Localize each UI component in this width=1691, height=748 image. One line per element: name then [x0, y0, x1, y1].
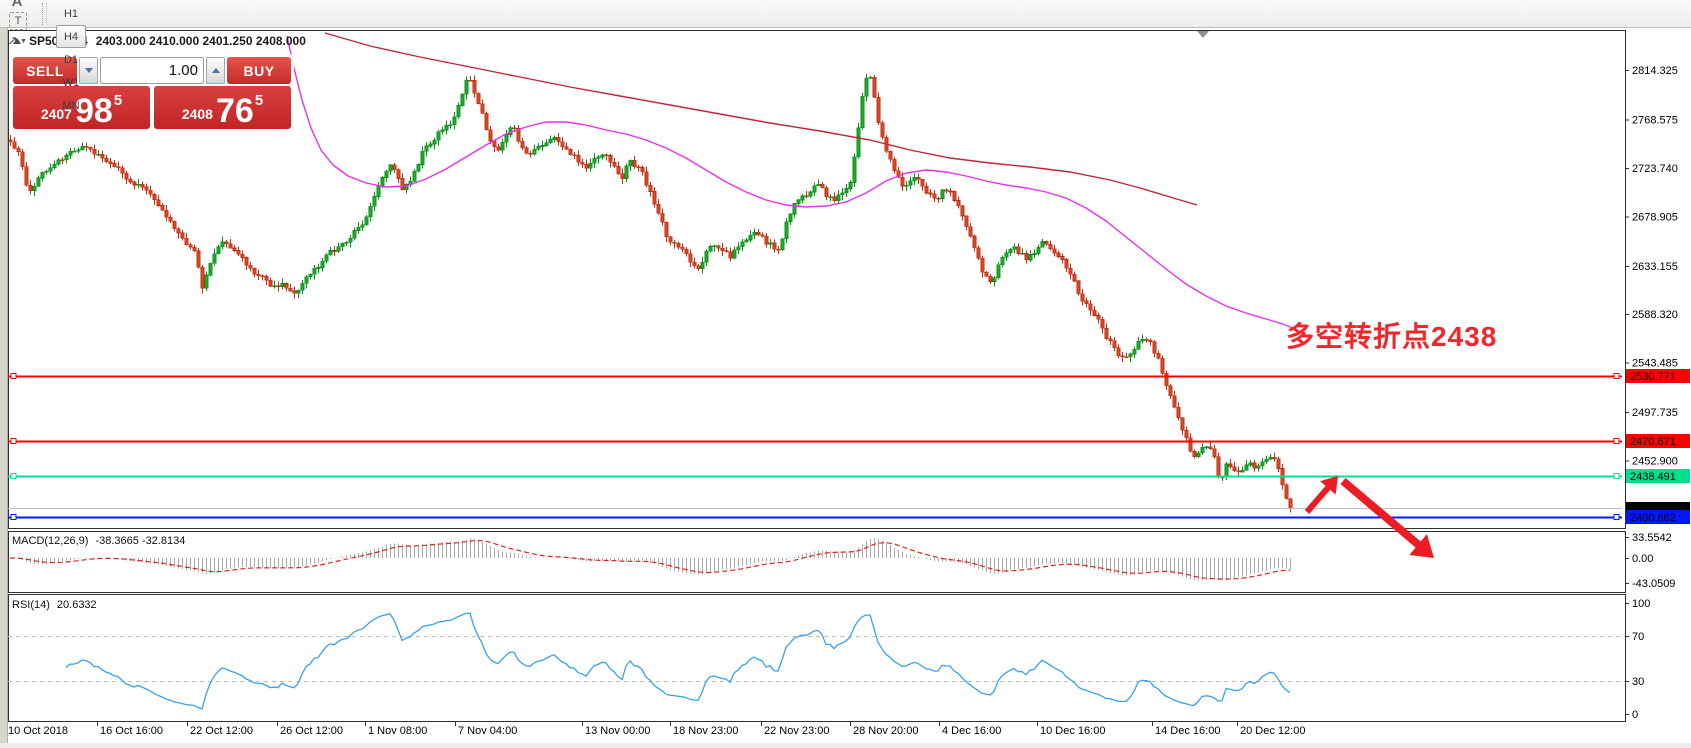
- price-axis-tick: 2723.740: [1632, 163, 1678, 175]
- level-handle[interactable]: [1614, 374, 1619, 379]
- toolbar-separator: [42, 3, 47, 25]
- time-axis-label: 13 Nov 00:00: [585, 725, 650, 737]
- price-axis-tick: 2678.905: [1632, 211, 1678, 223]
- rsi-line: [66, 613, 1290, 709]
- price-axis-tick: 2588.320: [1632, 309, 1678, 321]
- up-arrow-icon: [212, 68, 220, 73]
- price-label: 2438.491: [1630, 471, 1676, 483]
- level-handle[interactable]: [11, 439, 16, 444]
- time-axis-label: 22 Oct 12:00: [190, 725, 253, 737]
- macd-axis-label: -43.0509: [1632, 578, 1675, 590]
- trend-arrow-shaft[interactable]: [1343, 481, 1420, 546]
- dropdown-caret-icon: ▼: [20, 38, 27, 45]
- price-axis-tick: 2497.735: [1632, 407, 1678, 419]
- price-label: 2470.671: [1630, 436, 1676, 448]
- macd-values: -38.3665 -32.8134: [95, 535, 185, 547]
- arrow-objects-icon[interactable]: ↗▼: [5, 30, 29, 52]
- macd-axis-label: 0.00: [1632, 553, 1653, 565]
- pane-border: [9, 532, 1626, 593]
- price-axis-tick: 2768.575: [1632, 114, 1678, 126]
- buy-price-pip: 5: [255, 92, 263, 109]
- level-handle[interactable]: [1614, 474, 1619, 479]
- rsi-indicator-label: RSI(14) 20.6332: [12, 599, 104, 611]
- ohlc-values: 2403.000 2410.000 2401.250 2408.000: [96, 34, 306, 48]
- buy-price-display[interactable]: 2408 76 5: [154, 86, 291, 129]
- time-axis-label: 14 Dec 16:00: [1155, 725, 1220, 737]
- level-handle[interactable]: [11, 515, 16, 520]
- level-handle[interactable]: [11, 474, 16, 479]
- candlestick-series: [9, 74, 1292, 513]
- macd-indicator-label: MACD(12,26,9) -38.3665 -32.8134: [12, 535, 192, 547]
- rsi-name: RSI(14): [12, 599, 50, 611]
- price-label: 2530.771: [1630, 371, 1676, 383]
- timeframe-h4[interactable]: H4: [56, 25, 86, 48]
- level-handle[interactable]: [11, 374, 16, 379]
- buy-price-big: 76: [216, 96, 254, 126]
- time-axis-label: 18 Nov 23:00: [673, 725, 738, 737]
- macd-histogram: [11, 538, 1291, 581]
- macd-name: MACD(12,26,9): [12, 535, 88, 547]
- timeframe-toolbar: M1M5M15M30H1H4D1W1MN: [55, 0, 87, 117]
- price-axis-tick: 2452.900: [1632, 456, 1678, 468]
- rsi-axis-label: 0: [1632, 709, 1638, 721]
- text-label-icon[interactable]: A: [5, 0, 29, 12]
- price-axis-tick: 2543.485: [1632, 358, 1678, 370]
- time-axis-label: 4 Dec 16:00: [942, 725, 1001, 737]
- buy-price-handle: 2408: [182, 106, 213, 122]
- volume-input[interactable]: [100, 57, 204, 84]
- rsi-axis-label: 100: [1632, 598, 1650, 610]
- timeframe-mn[interactable]: MN: [56, 94, 86, 117]
- level-handle[interactable]: [1614, 439, 1619, 444]
- price-axis-tick: 2633.155: [1632, 261, 1678, 273]
- time-axis-label: 7 Nov 04:00: [458, 725, 517, 737]
- time-axis-label: 28 Nov 20:00: [853, 725, 918, 737]
- time-axis-label: 16 Oct 16:00: [100, 725, 163, 737]
- toolbar-icon-group: FAT↗▼: [4, 0, 32, 52]
- time-axis-label: 26 Oct 12:00: [280, 725, 343, 737]
- time-axis-label: 10 Oct 2018: [8, 725, 68, 737]
- sell-price-pip: 5: [114, 92, 122, 109]
- buy-button[interactable]: BUY: [227, 57, 291, 84]
- price-label: 2400.662: [1630, 512, 1676, 524]
- time-axis-label: 1 Nov 08:00: [368, 725, 427, 737]
- volume-increase-button[interactable]: [206, 57, 225, 84]
- macd-axis-label: 33.5542: [1632, 532, 1672, 544]
- price-axis-tick: 2814.325: [1632, 65, 1678, 77]
- time-axis-label: 22 Nov 23:00: [764, 725, 829, 737]
- chart-shift-marker-icon[interactable]: [1197, 31, 1209, 38]
- rsi-axis-label: 70: [1632, 631, 1644, 643]
- one-click-trade-panel: SELL BUY 2407 98 5 2408 76 5: [10, 54, 294, 132]
- window-left-edge: [0, 28, 8, 748]
- rsi-value: 20.6332: [57, 599, 97, 611]
- timeframe-h1[interactable]: H1: [56, 2, 86, 25]
- ma-fast-line: [287, 36, 1297, 330]
- timeframe-d1[interactable]: D1: [56, 48, 86, 71]
- chart-text-annotation: 多空转折点2438: [1286, 315, 1497, 355]
- pane-border: [9, 595, 1626, 722]
- rsi-axis-label: 30: [1632, 676, 1644, 688]
- mt4-window: 2814.325 2768.575 2723.740 2678.905 2633.155…: [0, 0, 1691, 748]
- main-toolbar: FAT↗▼ M1M5M15M30H1H4D1W1MN: [0, 0, 1691, 28]
- timeframe-w1[interactable]: W1: [56, 71, 86, 94]
- window-bottom-edge: [0, 743, 1691, 748]
- level-handle[interactable]: [1614, 515, 1619, 520]
- time-axis-label: 10 Dec 16:00: [1040, 725, 1105, 737]
- text-box-icon[interactable]: T: [9, 12, 27, 30]
- time-axis-label: 20 Dec 12:00: [1240, 725, 1305, 737]
